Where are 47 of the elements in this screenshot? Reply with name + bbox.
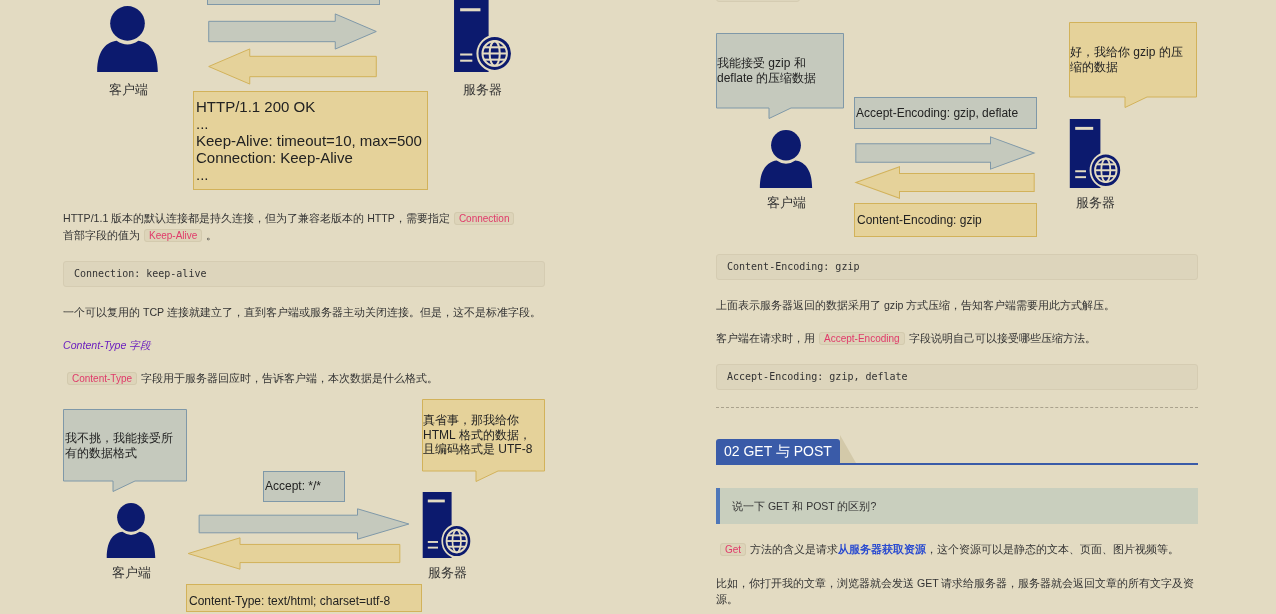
bubble-text: 好，我给你 gzip 的压 缩的数据 <box>1070 45 1183 74</box>
server-label: 服务器 <box>426 565 468 581</box>
server-label: 服务器 <box>1074 195 1116 211</box>
person-icon <box>105 502 157 558</box>
paragraph-text: 字段用于服务器回应时，告诉客户端，本次数据是什么格式。 <box>141 372 439 384</box>
paragraph-text: 一个可以复用的 TCP 连接就建立了，直到客户端或服务器主动关闭连接。但是，这不是标准字段。 <box>63 306 541 318</box>
bubble-text: 我能接受 gzip 和 deflate 的压缩数据 <box>717 56 817 85</box>
code-block: Content-Encoding: gzip <box>716 254 1198 280</box>
inline-code: Get <box>720 543 747 556</box>
client-label: 客户端 <box>765 195 807 211</box>
response-header-box: Content-Type: text/html; charset=utf-8 <box>186 584 422 612</box>
response-header-box: HTTP/1.1 200 OK ... Keep-Alive: timeout=10, max=500 Connection: Keep-Alive ... <box>193 91 428 190</box>
server-label: 服务器 <box>461 82 503 98</box>
client-label: 客户端 <box>107 82 149 98</box>
quote-block: 说一下 GET 和 POST 的区别? <box>716 488 1198 524</box>
client-label: 客户端 <box>110 565 152 581</box>
paragraph-text: ，这个资源可以是静态的文本、页面、图片视频等。 <box>926 543 1180 555</box>
bubble-text: 真省事，那我给你 HTML 格式的数据， 且编码格式是 UTF-8 <box>423 413 533 457</box>
person-icon <box>95 5 160 72</box>
server-globe-icon <box>452 0 513 72</box>
request-header-box: Accept: */* <box>263 471 345 502</box>
request-header-box: Accept-Encoding: gzip, deflate <box>854 97 1037 129</box>
paragraph-text: 比如，你打开我的文章，浏览器就会发送 GET 请求给服务器，服务器就会返回文章的所有文字及资 <box>716 577 1195 589</box>
paragraph-text: 首部字 <box>63 229 96 241</box>
emphasis-text: 从服务器获取资源 <box>838 543 927 555</box>
paragraph-text: 。 <box>206 229 218 241</box>
paragraph-text: 段的值为 <box>96 229 140 241</box>
server-globe-icon <box>1068 119 1122 188</box>
paragraph-text: 字段说明自己可以接受哪些压缩方法。 <box>908 332 1096 344</box>
paragraph-text: HTTP/1.1 版本的默认连接都是持久连接，但为了兼容老版本的 HTTP，需要指定 <box>63 212 450 224</box>
heading-fold-icon <box>839 435 856 463</box>
code-block: Accept-Encoding: gzip, deflate <box>716 364 1198 390</box>
paragraph-text: 方法的含义是请求 <box>750 543 839 555</box>
bubble-text: 我不挑，我能接受所 有的数据格式 <box>65 431 173 460</box>
paragraph-text: 上面表示服务器返回的数据采用了 gzip 方式压缩，告知客户端需要用此方式解压。 <box>716 299 1116 311</box>
inline-code: Keep-Alive <box>144 229 203 242</box>
response-header-box: Content-Encoding: gzip <box>854 203 1037 237</box>
code-block: Connection: keep-alive <box>63 261 545 287</box>
inline-code: Accept-Encoding <box>819 332 905 345</box>
person-icon <box>758 129 814 188</box>
inline-code: Connection <box>453 212 515 225</box>
inline-code: Content-Type <box>67 372 138 385</box>
server-globe-icon <box>421 492 472 558</box>
section-heading: 02 GET 与 POST <box>716 439 840 463</box>
subheading: Content-Type 字段 <box>63 338 153 353</box>
paragraph-text: 客户端在请求时，用 <box>716 332 815 344</box>
paragraph-text: 源。 <box>716 593 738 605</box>
